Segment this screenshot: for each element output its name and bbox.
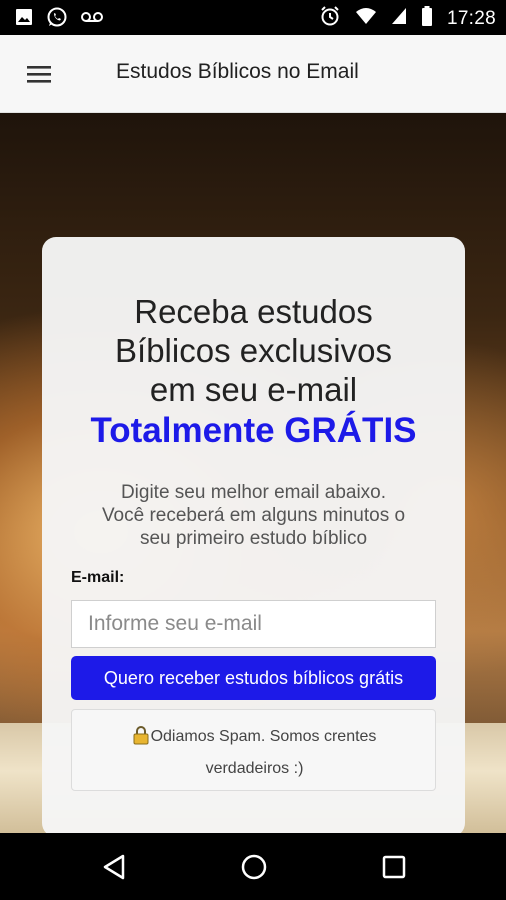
headline-accent: Totalmente GRÁTIS [90, 411, 417, 450]
back-icon[interactable] [96, 849, 132, 885]
whatsapp-icon [46, 6, 68, 33]
headline-line-1: Receba estudos [134, 293, 373, 330]
signup-card: Receba estudos Bíblicos exclusivos em se… [42, 237, 465, 833]
home-icon[interactable] [236, 849, 272, 885]
battery-icon [421, 6, 433, 31]
subscribe-button[interactable]: Quero receber estudos bíblicos grátis [71, 656, 436, 700]
image-icon [14, 7, 34, 32]
instructions-line-1: Digite seu melhor email abaixo. [120, 482, 387, 503]
hero-background: Receba estudos Bíblicos exclusivos em se… [0, 113, 506, 833]
email-label: E-mail: [71, 569, 125, 586]
spam-notice: Odiamos Spam. Somos crentes verdadeiros … [71, 709, 436, 791]
lock-icon [133, 725, 149, 755]
headline: Receba estudos Bíblicos exclusivos em se… [42, 292, 465, 409]
navigation-bar [0, 833, 506, 900]
app-bar: Estudos Bíblicos no Email [0, 35, 506, 113]
clock-time: 17:28 [446, 7, 496, 29]
instructions-line-2: Você receberá em alguns minutos o [101, 505, 406, 526]
email-field[interactable] [71, 600, 436, 648]
spam-line-1: Odiamos Spam. Somos crentes [150, 728, 377, 745]
recents-icon[interactable] [376, 849, 412, 885]
instructions-line-3: seu primeiro estudo bíblico [139, 528, 368, 549]
signal-icon [391, 7, 407, 30]
instructions-text: Digite seu melhor email abaixo. Você rec… [62, 481, 445, 550]
wifi-icon [355, 7, 377, 30]
voicemail-icon [80, 10, 104, 29]
status-bar: 17:28 [0, 0, 506, 35]
headline-line-2: Bíblicos exclusivos [115, 332, 392, 369]
alarm-icon [319, 5, 341, 32]
spam-line-2: verdadeiros :) [205, 760, 304, 777]
hamburger-menu-icon[interactable] [20, 57, 60, 91]
headline-line-3: em seu e-mail [149, 371, 358, 408]
page-title: Estudos Bíblicos no Email [116, 60, 359, 83]
